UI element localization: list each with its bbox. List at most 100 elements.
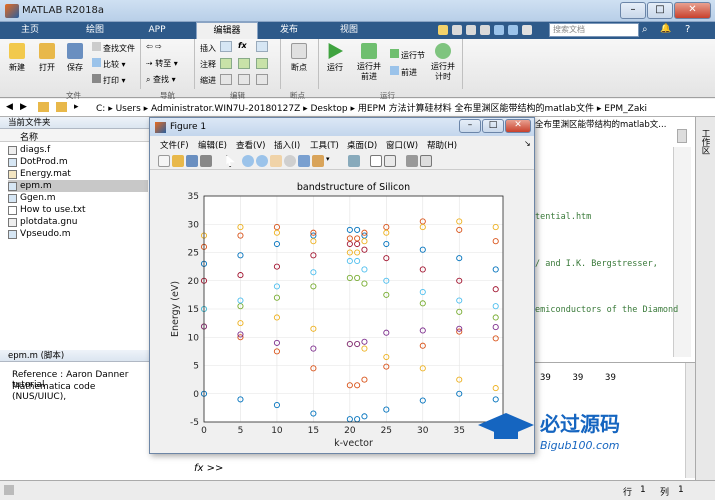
address-bar[interactable]: ◀ ▶ ▸ C: ▸ Users ▸ Administrator.WIN7U-2… bbox=[0, 99, 715, 117]
open-button[interactable]: 打开 bbox=[34, 43, 60, 73]
run-advance-button[interactable]: 运行并 前进 bbox=[354, 43, 384, 82]
zoom-out-icon[interactable] bbox=[256, 155, 268, 167]
redo-icon[interactable] bbox=[508, 25, 518, 35]
find-button[interactable]: ⌕ 查找 ▾ bbox=[146, 74, 176, 85]
new-figure-icon[interactable] bbox=[158, 155, 170, 167]
code-line[interactable]: / and I.K. Bergstresser, bbox=[535, 257, 678, 273]
brush-icon[interactable] bbox=[312, 155, 324, 167]
run-section-button[interactable]: 运行节 bbox=[390, 49, 425, 61]
outdent-icon[interactable] bbox=[256, 74, 268, 85]
tab-plots[interactable]: 绘图 bbox=[70, 22, 120, 39]
command-scrollbar[interactable] bbox=[685, 363, 695, 478]
figure-maximize-button[interactable]: □ bbox=[482, 119, 504, 133]
breadcrumb-desktop[interactable]: Desktop bbox=[311, 104, 348, 114]
goto-button[interactable]: ⇢ 转至 ▾ bbox=[146, 58, 178, 69]
save-icon[interactable] bbox=[438, 25, 448, 35]
close-button[interactable]: ✕ bbox=[674, 2, 711, 19]
pan-icon[interactable] bbox=[270, 155, 282, 167]
menu-dock-icon[interactable]: ↘ bbox=[524, 139, 531, 148]
open-file-icon[interactable] bbox=[172, 155, 184, 167]
help-icon[interactable]: ? bbox=[685, 24, 697, 36]
save-figure-icon[interactable] bbox=[186, 155, 198, 167]
file-list-item[interactable]: Vpseudo.m bbox=[8, 228, 148, 240]
insert-menu-icon[interactable] bbox=[256, 41, 268, 52]
compare-button[interactable]: 比较 ▾ bbox=[92, 58, 126, 70]
back-icon[interactable]: ◀ bbox=[6, 102, 13, 112]
folder-up-icon[interactable] bbox=[38, 102, 49, 112]
zoom-in-icon[interactable] bbox=[242, 155, 254, 167]
comment-button[interactable]: 注释 bbox=[200, 59, 216, 70]
tab-view[interactable]: 视图 bbox=[326, 22, 372, 39]
browse-folder-icon[interactable] bbox=[56, 102, 67, 112]
hide-plot-tools-icon[interactable] bbox=[406, 155, 418, 167]
wrap-comment-icon[interactable] bbox=[256, 58, 268, 69]
menu-desktop[interactable]: 桌面(D) bbox=[347, 139, 377, 151]
find-files-button[interactable]: 查找文件 bbox=[92, 42, 135, 54]
figure-close-button[interactable]: ✕ bbox=[505, 119, 531, 133]
run-and-time-button[interactable]: 运行并 计时 bbox=[428, 43, 458, 82]
tab-publish[interactable]: 发布 bbox=[266, 22, 312, 39]
smart-indent-icon[interactable] bbox=[220, 74, 232, 85]
figure-title-bar[interactable]: Figure 1 – □ ✕ bbox=[150, 118, 534, 136]
indent-button[interactable]: 缩进 bbox=[200, 75, 216, 86]
tab-editor[interactable]: 编辑器 bbox=[196, 22, 258, 39]
forward-icon[interactable]: ▶ bbox=[20, 102, 27, 112]
breadcrumb-user[interactable]: Administrator.WIN7U-20180127Z bbox=[151, 104, 300, 114]
uncomment-icon[interactable] bbox=[238, 58, 250, 69]
file-list-item[interactable]: DotProd.m bbox=[8, 156, 148, 168]
undo-icon[interactable] bbox=[494, 25, 504, 35]
breakpoints-button[interactable]: 断点 bbox=[286, 43, 312, 73]
indent-icon[interactable] bbox=[238, 74, 250, 85]
workspace-strip[interactable]: 工作区 bbox=[695, 117, 715, 480]
command-prompt[interactable]: fx >> bbox=[194, 463, 223, 474]
print-figure-icon[interactable] bbox=[200, 155, 212, 167]
search-icon[interactable]: ⌕ bbox=[642, 24, 654, 36]
pointer-icon[interactable] bbox=[226, 155, 235, 167]
paste-icon[interactable] bbox=[480, 25, 490, 35]
insert-button[interactable]: 插入 bbox=[200, 43, 216, 54]
new-button[interactable]: 新建 bbox=[4, 43, 30, 73]
run-button[interactable]: 运行 bbox=[322, 43, 348, 73]
legend-icon[interactable] bbox=[384, 155, 396, 167]
file-list-item[interactable]: Energy.mat bbox=[8, 168, 148, 180]
breadcrumb-users[interactable]: Users bbox=[116, 104, 141, 114]
search-documentation-input[interactable]: 搜索文档 bbox=[549, 23, 639, 37]
minimize-button[interactable]: – bbox=[620, 2, 646, 19]
insert-box-icon[interactable] bbox=[220, 41, 232, 52]
figure-window[interactable]: Figure 1 – □ ✕ 文件(F) 编辑(E) 查看(V) 插入(I) 工… bbox=[149, 117, 535, 454]
copy-icon[interactable] bbox=[466, 25, 476, 35]
rotate-icon[interactable] bbox=[284, 155, 296, 167]
breadcrumb[interactable]: C: ▸ Users ▸ Administrator.WIN7U-2018012… bbox=[96, 101, 647, 114]
code-line[interactable]: emiconductors of the Diamond bbox=[535, 303, 678, 319]
show-plot-tools-icon[interactable] bbox=[420, 155, 432, 167]
file-list-item[interactable]: epm.m bbox=[8, 180, 148, 192]
menu-view[interactable]: 查看(V) bbox=[236, 139, 265, 151]
workspace-label[interactable]: 工作区 bbox=[700, 129, 711, 155]
link-plot-icon[interactable] bbox=[348, 155, 360, 167]
advance-button[interactable]: 前进 bbox=[390, 66, 417, 78]
code-line[interactable]: tential.htm bbox=[535, 210, 678, 226]
column-name[interactable]: 名称 bbox=[20, 130, 38, 143]
menu-file[interactable]: 文件(F) bbox=[160, 139, 189, 151]
breadcrumb-subfolder[interactable]: EPM_Zaki bbox=[604, 104, 647, 114]
code-text[interactable]: tential.htm / and I.K. Bergstresser, emi… bbox=[535, 179, 678, 350]
file-list-item[interactable]: diags.f bbox=[8, 144, 148, 156]
breadcrumb-drive[interactable]: C: bbox=[96, 104, 105, 114]
fx-button[interactable]: fx bbox=[238, 41, 247, 50]
menu-help[interactable]: 帮助(H) bbox=[427, 139, 457, 151]
file-list-item[interactable]: plotdata.gnu bbox=[8, 216, 148, 228]
restore-button[interactable]: □ bbox=[647, 2, 673, 19]
colorbar-icon[interactable] bbox=[370, 155, 382, 167]
menu-edit[interactable]: 编辑(E) bbox=[198, 139, 227, 151]
comment-icon[interactable] bbox=[220, 58, 232, 69]
switch-windows-icon[interactable] bbox=[522, 25, 532, 35]
tab-home[interactable]: 主页 bbox=[8, 22, 52, 39]
nav-arrows[interactable]: ⇦ ⇨ bbox=[146, 42, 162, 51]
menu-insert[interactable]: 插入(I) bbox=[274, 139, 300, 151]
breadcrumb-folder[interactable]: 用EPM 方法计算硅材料 全布里渊区能带结构的matlab文件 bbox=[358, 104, 594, 114]
file-list-item[interactable]: How to use.txt bbox=[8, 204, 148, 216]
cut-icon[interactable] bbox=[452, 25, 462, 35]
column-header[interactable]: 名称 bbox=[0, 129, 150, 143]
figure-minimize-button[interactable]: – bbox=[459, 119, 481, 133]
brush-dropdown-icon[interactable]: ▾ bbox=[326, 155, 334, 167]
